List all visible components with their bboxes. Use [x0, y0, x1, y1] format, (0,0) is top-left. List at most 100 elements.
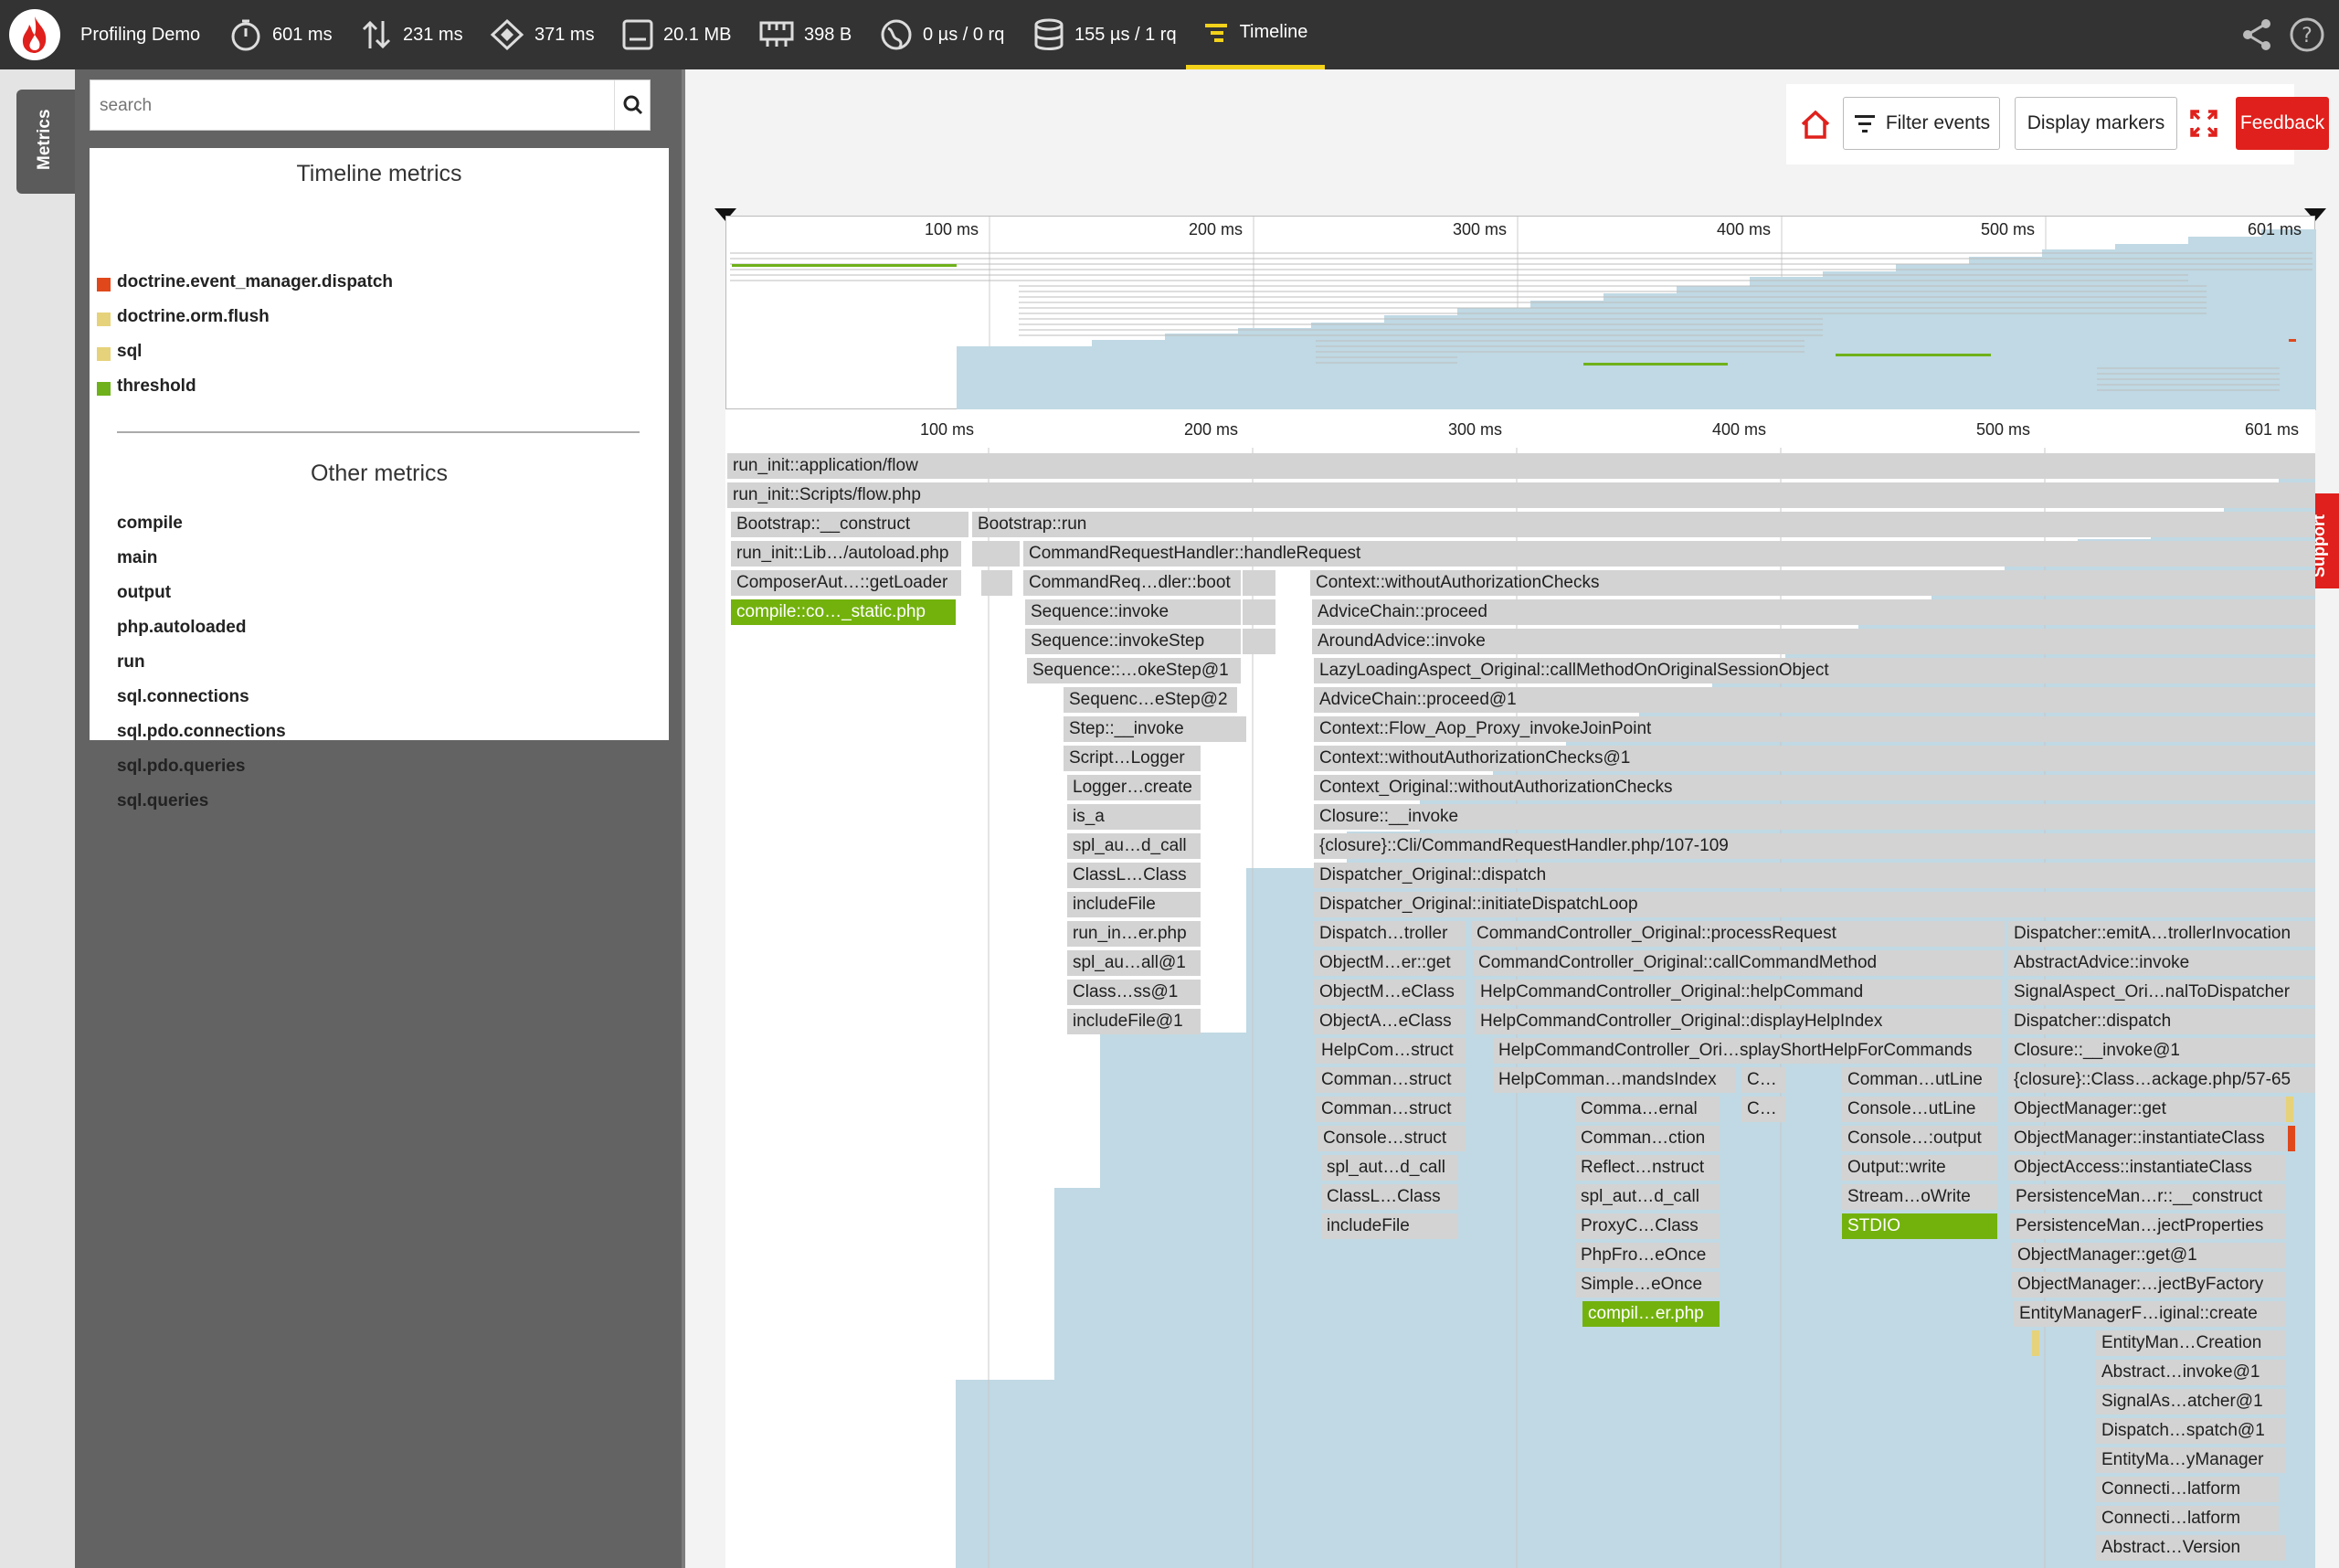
profile-name[interactable]: Profiling Demo — [80, 0, 200, 69]
flame-frame[interactable]: HelpComman…mandsIndex — [1493, 1067, 1736, 1093]
flame-frame[interactable]: ObjectManager::get — [2008, 1097, 2286, 1122]
flame-frame[interactable]: PersistenceMan…r::__construct — [2010, 1184, 2286, 1210]
flame-frame[interactable]: AdviceChain::proceed@1 — [1314, 687, 2315, 713]
flame-frame[interactable]: Comman…utLine — [1842, 1067, 1997, 1093]
flame-frame-small[interactable] — [972, 541, 1020, 567]
flame-frame[interactable]: Context::withoutAuthorizationChecks@1 — [1314, 746, 2315, 771]
flame-frame[interactable]: Dispatch…troller — [1314, 921, 1466, 947]
flame-frame[interactable]: ObjectM…eClass — [1314, 980, 1466, 1005]
flame-frame[interactable]: ObjectAccess::instantiateClass — [2008, 1155, 2286, 1181]
flame-frame[interactable]: Bootstrap::run — [972, 512, 2315, 537]
flame-frame[interactable]: ObjectM…er::get — [1314, 950, 1466, 976]
flame-frame[interactable]: EntityMan…Creation — [2096, 1330, 2286, 1356]
flame-frame[interactable]: Closure::__invoke — [1314, 804, 2315, 830]
timeline-metric-item[interactable]: threshold — [117, 376, 196, 397]
other-metric-item[interactable]: output — [117, 583, 171, 603]
flame-frame[interactable]: Sequence::invokeStep — [1025, 629, 1241, 654]
timeline-metric-item[interactable]: sql — [117, 342, 142, 362]
flame-frame[interactable]: ObjectManager::instantiateClass — [2008, 1126, 2286, 1151]
flame-frame[interactable]: Dispatcher_Original::dispatch — [1314, 863, 2315, 888]
blackfire-logo[interactable] — [9, 9, 60, 60]
stat-sql[interactable]: 155 µs / 1 rq — [1032, 0, 1177, 69]
flame-frame[interactable]: CommandReq…dler::boot — [1023, 570, 1241, 596]
flame-frame[interactable]: Abstract…Version — [2096, 1535, 2286, 1561]
flame-frame[interactable]: spl_aut…d_call — [1321, 1155, 1458, 1181]
flame-frame[interactable]: AroundAdvice::invoke — [1312, 629, 2315, 654]
flame-frame[interactable]: ProxyC…Class — [1575, 1213, 1720, 1239]
flame-frame[interactable]: ObjectA…eClass — [1314, 1009, 1466, 1034]
help-icon[interactable]: ? — [2289, 16, 2325, 53]
flame-frame[interactable]: Sequence::…okeStep@1 — [1027, 658, 1241, 683]
flame-frame[interactable]: Script…Logger — [1064, 746, 1201, 771]
flame-frame[interactable]: Logger…create — [1067, 775, 1201, 800]
home-icon[interactable] — [1797, 106, 1834, 143]
flame-frame-small[interactable] — [1243, 629, 1275, 654]
flame-frame[interactable]: ClassL…Class — [1321, 1184, 1458, 1210]
flame-frame[interactable]: AbstractAdvice::invoke — [2008, 950, 2315, 976]
timeline-overview[interactable]: 100 ms 200 ms 300 ms 400 ms 500 ms 601 m… — [725, 216, 2316, 410]
fullscreen-icon[interactable] — [2188, 108, 2219, 139]
flame-frame[interactable]: Closure::__invoke@1 — [2008, 1038, 2315, 1064]
share-icon[interactable] — [2238, 16, 2275, 53]
other-metric-item[interactable]: sql.queries — [117, 791, 208, 811]
flame-frame[interactable]: Reflect…nstruct — [1575, 1155, 1720, 1181]
other-metric-item[interactable]: main — [117, 548, 157, 568]
flame-frame-highlight[interactable]: compile::co…_static.php — [731, 599, 956, 625]
tab-timeline[interactable]: Timeline — [1186, 0, 1325, 69]
flame-frame[interactable]: includeFile — [1321, 1213, 1458, 1239]
flame-frame-small[interactable] — [1243, 599, 1275, 625]
timeline-metric-item[interactable]: doctrine.orm.flush — [117, 307, 270, 327]
flame-frame[interactable]: Comman…ction — [1575, 1126, 1720, 1151]
other-metric-item[interactable]: sql.connections — [117, 687, 249, 707]
flame-frame[interactable]: Output::write — [1842, 1155, 1997, 1181]
flame-frame[interactable]: is_a — [1067, 804, 1201, 830]
other-metric-item[interactable]: php.autoloaded — [117, 618, 246, 638]
timeline-metric-item[interactable]: doctrine.event_manager.dispatch — [117, 272, 393, 292]
filter-events-button[interactable]: Filter events — [1843, 97, 2000, 150]
other-metric-item[interactable]: compile — [117, 514, 183, 534]
flame-frame[interactable]: ObjectManager::get@1 — [2012, 1243, 2286, 1268]
flame-frame[interactable]: Console…utLine — [1842, 1097, 1997, 1122]
flame-frame[interactable]: run_init::Lib…/autoload.php — [731, 541, 961, 567]
flame-frame[interactable]: Bootstrap::__construct — [731, 512, 968, 537]
flame-frame[interactable]: HelpCommandController_Original::displayH… — [1475, 1009, 2001, 1034]
flame-frame-small[interactable] — [981, 570, 1012, 596]
display-markers-button[interactable]: Display markers — [2015, 97, 2177, 150]
flame-frame[interactable]: Abstract…invoke@1 — [2096, 1360, 2286, 1385]
flame-frame[interactable]: PersistenceMan…jectProperties — [2010, 1213, 2286, 1239]
flame-frame[interactable]: run_in…er.php — [1067, 921, 1201, 947]
flame-frame-highlight[interactable]: compil…er.php — [1582, 1301, 1720, 1327]
flame-frame[interactable]: Context_Original::withoutAuthorizationCh… — [1314, 775, 2315, 800]
stat-wall-time[interactable]: 601 ms — [228, 0, 333, 69]
flame-frame[interactable]: SignalAspect_Ori…nalToDispatcher — [2008, 980, 2315, 1005]
metrics-tab[interactable]: Metrics — [16, 90, 75, 194]
stat-cpu[interactable]: 371 ms — [489, 0, 595, 69]
flame-frame[interactable]: HelpCommandController_Ori…splayShortHelp… — [1493, 1038, 2001, 1064]
sql-marker[interactable] — [2286, 1097, 2293, 1122]
flame-frame[interactable]: ClassL…Class — [1067, 863, 1201, 888]
flame-frame[interactable]: LazyLoadingAspect_Original::callMethodOn… — [1314, 658, 2315, 683]
flame-frame[interactable]: {closure}::Cli/CommandRequestHandler.php… — [1314, 833, 2315, 859]
flame-frame[interactable]: Context::Flow_Aop_Proxy_invokeJoinPoint — [1314, 716, 2315, 742]
flame-frame[interactable]: Simple…eOnce — [1575, 1272, 1720, 1298]
event-marker[interactable] — [2288, 1126, 2295, 1151]
flame-frame[interactable]: spl_aut…d_call — [1575, 1184, 1720, 1210]
flame-frame[interactable]: Context::withoutAuthorizationChecks — [1310, 570, 2315, 596]
flame-graph[interactable]: run_init::application/flow run_init::Scr… — [725, 448, 2315, 1568]
flame-frame[interactable]: Class…ss@1 — [1067, 980, 1201, 1005]
flame-frame[interactable]: HelpCommandController_Original::helpComm… — [1475, 980, 2001, 1005]
stat-http[interactable]: 0 µs / 0 rq — [879, 0, 1004, 69]
flame-frame[interactable]: Step::__invoke — [1064, 716, 1228, 742]
flame-frame[interactable]: Console…struct — [1318, 1126, 1466, 1151]
flame-frame[interactable]: includeFile — [1067, 892, 1201, 917]
flame-frame[interactable]: C… — [1741, 1097, 1785, 1122]
flame-frame[interactable]: ObjectManager:…jectByFactory — [2012, 1272, 2286, 1298]
flame-frame[interactable]: SignalAs…atcher@1 — [2096, 1389, 2286, 1414]
flame-frame[interactable]: EntityManagerF…iginal::create — [2014, 1301, 2286, 1327]
other-metric-item[interactable]: sql.pdo.connections — [117, 722, 286, 742]
search-input[interactable] — [98, 80, 622, 132]
flame-frame[interactable]: CommandRequestHandler::handleRequest — [1023, 541, 2315, 567]
flame-frame[interactable]: CommandController_Original::processReque… — [1471, 921, 2005, 947]
flame-frame[interactable]: Connecti…latform — [2096, 1506, 2279, 1531]
other-metric-item[interactable]: sql.pdo.queries — [117, 757, 245, 777]
